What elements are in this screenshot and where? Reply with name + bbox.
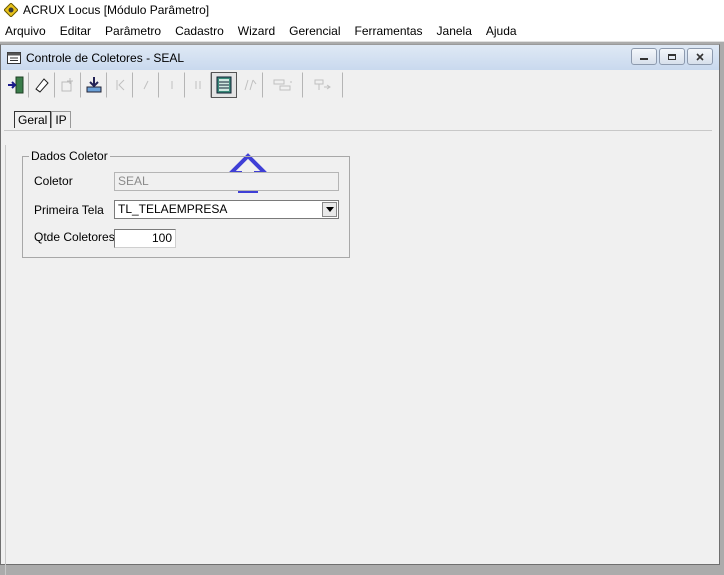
last-record-button[interactable] (185, 72, 211, 98)
qtde-coletores-field[interactable]: 100 (114, 229, 176, 248)
last-record-icon (195, 81, 201, 89)
primeira-tela-select[interactable]: TL_TELAEMPRESA (114, 200, 339, 219)
first-record-button[interactable] (107, 72, 133, 98)
menu-bar: Arquivo Editar Parâmetro Cadastro Wizard… (0, 20, 724, 42)
find-icon (244, 79, 257, 91)
chevron-down-icon (325, 206, 334, 212)
new-record-button[interactable] (55, 72, 81, 98)
qtde-coletores-label: Qtde Coletores (34, 230, 115, 244)
next-record-icon (171, 81, 173, 89)
eraser-icon (35, 78, 49, 93)
first-record-icon (116, 79, 125, 91)
form-window-icon (7, 51, 21, 64)
list-grid-icon (216, 76, 232, 94)
prev-record-button[interactable] (133, 72, 159, 98)
toolbar (3, 71, 343, 99)
clear-button[interactable] (29, 72, 55, 98)
menu-janela[interactable]: Janela (430, 24, 479, 38)
tab-ip[interactable]: IP (51, 111, 71, 128)
menu-parametro[interactable]: Parâmetro (98, 24, 168, 38)
save-download-icon (86, 77, 102, 93)
restore-button[interactable] (659, 48, 685, 65)
menu-cadastro[interactable]: Cadastro (168, 24, 231, 38)
tab-page-border (5, 145, 6, 575)
primeira-tela-label: Primeira Tela (34, 203, 104, 217)
menu-wizard[interactable]: Wizard (231, 24, 282, 38)
exit-button[interactable] (3, 72, 29, 98)
app-titlebar: ACRUX Locus [Módulo Parâmetro] (0, 0, 724, 20)
mdi-workspace: Controle de Coletores - SEAL Geral IP Da… (0, 42, 724, 575)
group-title: Dados Coletor (29, 149, 110, 163)
report-icon (273, 79, 292, 91)
menu-editar[interactable]: Editar (53, 24, 98, 38)
list-button[interactable] (211, 72, 237, 98)
minimize-icon (640, 57, 648, 60)
menu-arquivo[interactable]: Arquivo (0, 24, 53, 38)
menu-gerencial[interactable]: Gerencial (282, 24, 347, 38)
next-record-button[interactable] (159, 72, 185, 98)
app-title: ACRUX Locus [Módulo Parâmetro] (23, 3, 210, 17)
coletor-field[interactable]: SEAL (114, 172, 339, 191)
primeira-tela-value: TL_TELAEMPRESA (118, 202, 228, 216)
child-window-title: Controle de Coletores - SEAL (26, 50, 185, 65)
tab-strip: Geral IP (14, 111, 71, 128)
group-dados-coletor: Dados Coletor Coletor SEAL Primeira Tela… (22, 149, 350, 258)
acrux-logo-icon (4, 3, 18, 17)
tab-page-top-border (4, 130, 712, 131)
close-button[interactable] (687, 48, 713, 65)
save-button[interactable] (81, 72, 107, 98)
prev-record-icon (143, 80, 149, 90)
menu-ferramentas[interactable]: Ferramentas (347, 24, 429, 38)
child-titlebar: Controle de Coletores - SEAL (1, 45, 719, 70)
minimize-button[interactable] (631, 48, 657, 65)
close-icon (696, 52, 704, 61)
dropdown-button[interactable] (322, 202, 337, 217)
export-icon (314, 79, 331, 90)
restore-icon (668, 53, 676, 60)
find-button[interactable] (237, 72, 263, 98)
new-record-icon (61, 78, 73, 92)
tab-geral[interactable]: Geral (14, 111, 52, 128)
menu-ajuda[interactable]: Ajuda (479, 24, 524, 38)
report-button[interactable] (263, 72, 303, 98)
exit-door-icon (8, 76, 24, 94)
coletor-label: Coletor (34, 174, 73, 188)
export-button[interactable] (303, 72, 343, 98)
child-window: Controle de Coletores - SEAL (0, 44, 720, 575)
